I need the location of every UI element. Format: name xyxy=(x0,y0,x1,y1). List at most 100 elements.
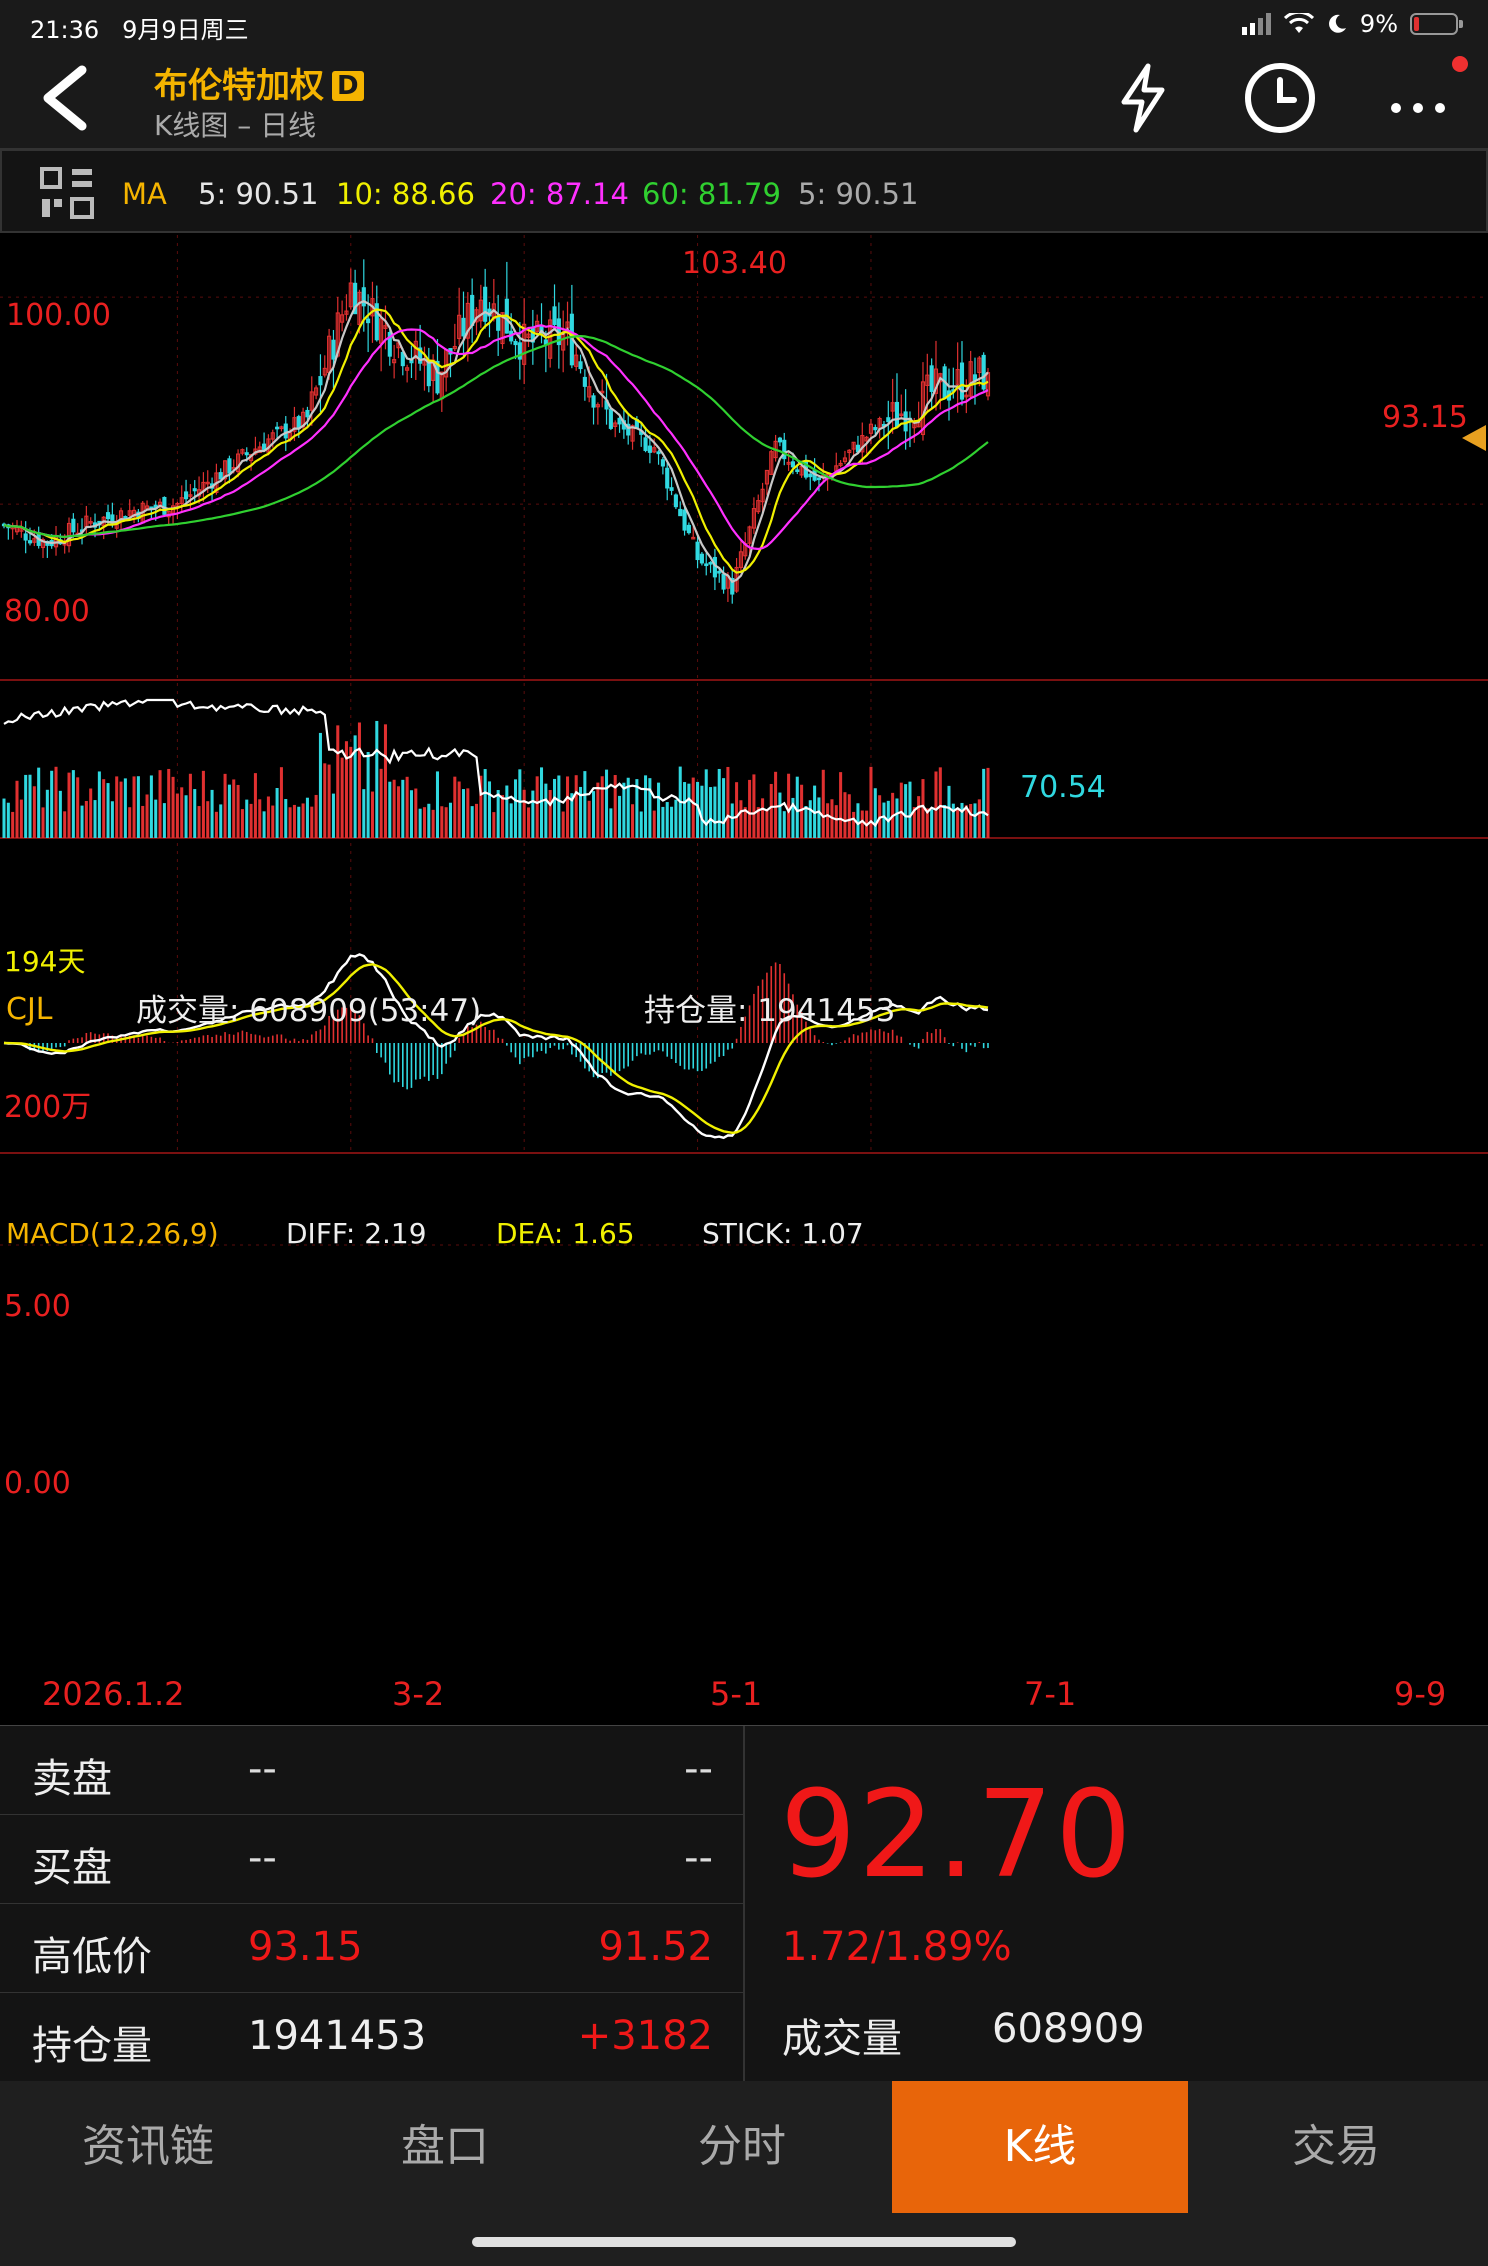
macd-histogram xyxy=(3,953,989,1140)
volume-bar xyxy=(154,799,158,838)
volume-bar xyxy=(531,790,535,838)
candle-body xyxy=(262,443,267,450)
open-interest-text: 持仓量: 1941453 xyxy=(644,993,895,1029)
volume-bar xyxy=(956,809,960,838)
grid-layout-icon[interactable] xyxy=(40,167,96,219)
price-ylabel-100: 100.00 xyxy=(6,298,111,333)
volume-bar xyxy=(297,806,301,838)
volume-bars xyxy=(2,698,990,838)
sell-label: 卖盘 xyxy=(32,1756,112,1802)
volume-bar xyxy=(804,806,808,838)
candle-body xyxy=(699,553,704,564)
volume-bar xyxy=(106,783,110,838)
volume-bar xyxy=(730,803,734,838)
volume-bar xyxy=(214,811,218,838)
volume-bar xyxy=(873,788,877,838)
xaxis-label-0: 2026.1.2 xyxy=(42,1675,185,1713)
volume-bar xyxy=(340,757,344,838)
volume-bar xyxy=(115,776,119,838)
oi-value: 1941453 xyxy=(248,2013,427,2059)
volume-bar xyxy=(444,807,448,838)
clock-icon[interactable] xyxy=(1240,58,1320,138)
candle-body xyxy=(660,459,665,467)
tab-kline[interactable]: K线 xyxy=(892,2081,1188,2213)
candle-body xyxy=(275,426,280,430)
price-change: 1.72/1.89% xyxy=(782,1924,1012,1970)
candle-body xyxy=(426,359,431,387)
volume-bar xyxy=(509,803,513,838)
volume-bar xyxy=(960,802,964,838)
volume-bar xyxy=(930,809,934,838)
ma-indicator-bar: MA 5: 90.51 10: 88.66 20: 87.14 60: 81.7… xyxy=(0,149,1488,233)
volume-bar xyxy=(834,805,838,838)
battery-icon xyxy=(1410,13,1463,35)
volume-bar xyxy=(71,770,75,838)
low-price-label: 70.54 xyxy=(1020,770,1106,805)
candle-body xyxy=(296,416,301,429)
volume-bar xyxy=(440,806,444,838)
volume-bar xyxy=(366,752,370,838)
volume-bar xyxy=(657,782,661,838)
volume-bar xyxy=(24,774,28,838)
volume-bar xyxy=(392,779,396,838)
volume-bar xyxy=(262,811,266,838)
volume-bar xyxy=(596,782,600,838)
volume-bar xyxy=(986,767,990,838)
volume-bar xyxy=(631,804,635,838)
candle-body xyxy=(669,487,674,491)
candle-body xyxy=(695,541,700,561)
candle-body xyxy=(678,508,683,517)
volume-bar xyxy=(15,780,19,838)
more-menu-icon[interactable] xyxy=(1378,58,1458,138)
volume-bar xyxy=(375,720,379,838)
volume-bar xyxy=(587,800,591,838)
volume-bar xyxy=(327,764,331,838)
tab-trade[interactable]: 交易 xyxy=(1188,2081,1484,2213)
candle-body xyxy=(461,317,466,337)
volume-bar xyxy=(175,793,179,838)
volume-bar xyxy=(431,809,435,838)
volume-bar xyxy=(223,773,227,838)
volume-bar xyxy=(795,776,799,838)
volume-bar xyxy=(665,802,669,838)
candle-body xyxy=(673,494,678,508)
tab-news-chain[interactable]: 资讯链 xyxy=(0,2081,296,2213)
volume-bar xyxy=(544,783,548,838)
tab-intraday[interactable]: 分时 xyxy=(594,2081,890,2213)
volume-bar xyxy=(427,803,431,838)
volume-bar xyxy=(2,798,6,838)
volume-bar xyxy=(132,776,136,838)
volume-bar xyxy=(240,809,244,838)
candle-body xyxy=(192,488,197,492)
volume-bar xyxy=(951,803,955,838)
candle-body xyxy=(873,427,878,431)
volume-bar xyxy=(639,811,643,838)
lightning-icon[interactable] xyxy=(1104,58,1184,138)
kline-chart[interactable]: 100.00 80.00 103.40 70.54 93.15 194天 CJL… xyxy=(0,235,1488,1725)
volume-bar xyxy=(136,776,140,838)
volume-bar xyxy=(774,771,778,838)
ma10-line xyxy=(3,308,989,574)
candle-body xyxy=(643,437,648,451)
volume-bar xyxy=(817,797,821,838)
candle-body xyxy=(218,472,223,480)
instrument-title[interactable]: 布伦特加权 D xyxy=(154,58,364,107)
candle-body xyxy=(331,339,336,360)
quote-panel: 卖盘 -- -- 买盘 -- -- 高低价 93.15 91.52 持仓量 19… xyxy=(0,1725,1488,2082)
back-arrow-icon[interactable] xyxy=(30,60,100,136)
volume-bar xyxy=(869,766,873,838)
volume-bar xyxy=(110,801,114,838)
volume-bar xyxy=(54,766,58,838)
wifi-icon xyxy=(1283,13,1314,33)
volume-bar xyxy=(6,802,10,838)
volume-bar xyxy=(800,784,804,838)
volume-bar xyxy=(370,791,374,838)
last-price: 92.70 xyxy=(780,1766,1134,1905)
tab-order-book[interactable]: 盘口 xyxy=(297,2081,593,2213)
volume-bar xyxy=(461,789,466,838)
candle-body xyxy=(227,458,232,474)
volume-bar xyxy=(253,773,257,838)
volume-bar xyxy=(227,784,231,838)
candle-body xyxy=(244,452,249,456)
volume-bar xyxy=(539,767,544,838)
